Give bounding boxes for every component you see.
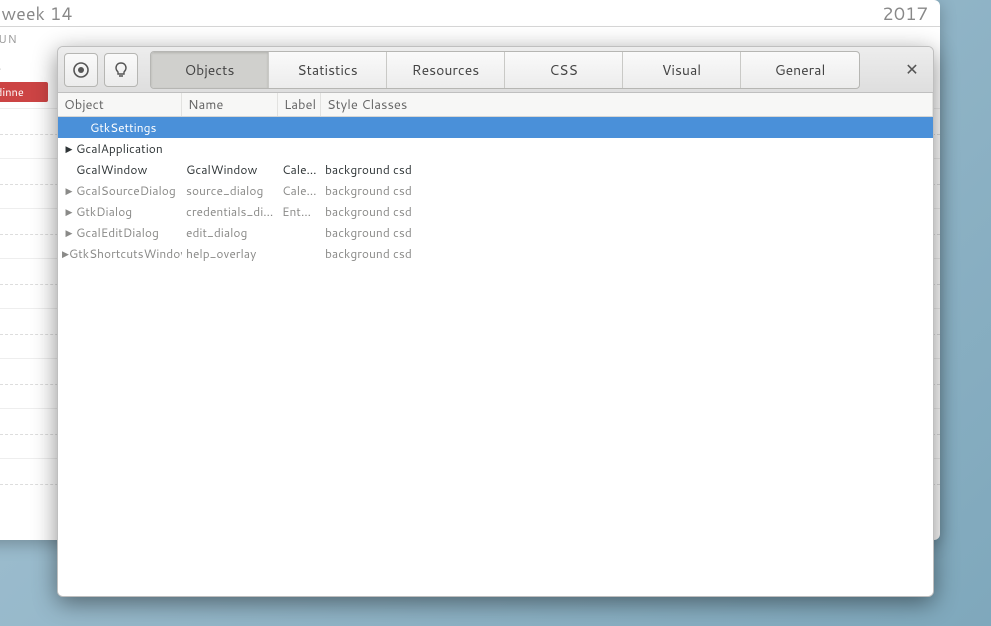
close-icon: ✕ <box>905 58 918 81</box>
tab-statistics[interactable]: Statistics <box>269 52 387 88</box>
tree-cell-object-text: GcalApplication <box>76 140 163 157</box>
inspector-tabbar: Objects Statistics Resources CSS Visual … <box>150 51 860 89</box>
tree-row[interactable]: ▶GtkDialogcredentials_dialogEnter …backg… <box>58 201 933 222</box>
tree-cell-label: Calen… <box>278 182 321 199</box>
close-button[interactable]: ✕ <box>897 53 927 87</box>
tree-cell-object-text: GcalWindow <box>76 161 147 178</box>
calendar-day-short: SUN <box>0 27 940 47</box>
tree-row[interactable]: ▶GcalEditDialogedit_dialogbackground csd <box>58 222 933 243</box>
calendar-event[interactable]: dinne <box>0 82 48 102</box>
inspector-header: Objects Statistics Resources CSS Visual … <box>58 47 933 93</box>
tree-cell-object-text: GcalSourceDialog <box>76 182 176 199</box>
tab-general[interactable]: General <box>741 52 859 88</box>
expand-arrow-icon[interactable]: ▶ <box>62 184 76 197</box>
expand-arrow-icon[interactable]: ▶ <box>62 205 76 218</box>
tree-row[interactable]: ▶GcalApplication <box>58 138 933 159</box>
tree-cell-label: Enter … <box>278 203 321 220</box>
column-header-label[interactable]: Label <box>278 93 321 116</box>
tree-cell-label: Calen… <box>278 161 321 178</box>
target-picker-button[interactable] <box>64 53 98 87</box>
tab-visual[interactable]: Visual <box>623 52 741 88</box>
tree-cell-name: edit_dialog <box>182 224 278 241</box>
column-header-object[interactable]: Object <box>58 93 182 116</box>
tree-cell-object-text: GcalEditDialog <box>76 224 159 241</box>
tree-cell-object-text: GtkSettings <box>90 119 156 136</box>
tree-cell-style: background csd <box>321 245 933 262</box>
tree-cell-object: ▶GcalSourceDialog <box>58 182 182 199</box>
tree-cell-object: ▶GtkShortcutsWindow <box>58 245 182 262</box>
lightbulb-icon <box>112 61 130 79</box>
tree-row[interactable]: ▶GtkShortcutsWindowhelp_overlay backgroun… <box>58 243 933 264</box>
tree-cell-object: ▶GcalWindow <box>58 161 182 178</box>
expand-arrow-icon[interactable]: ▶ <box>62 226 76 239</box>
tree-cell-style: background csd <box>321 203 933 220</box>
tree-cell-name: help_overlay <box>182 245 278 262</box>
inspector-window: Objects Statistics Resources CSS Visual … <box>57 46 934 597</box>
tab-objects[interactable]: Objects <box>151 52 269 88</box>
calendar-week-label: week 14 <box>1 0 882 26</box>
object-tree[interactable]: ▶GtkSettings▶GcalApplication▶GcalWindowG… <box>58 117 933 596</box>
calendar-year: 2017 <box>882 0 928 26</box>
tree-cell-object: ▶GtkDialog <box>58 203 182 220</box>
tree-cell-style: background csd <box>321 182 933 199</box>
tree-cell-style: background csd <box>321 224 933 241</box>
tree-cell-style: background csd <box>321 161 933 178</box>
tree-cell-name: credentials_dialog <box>182 203 278 220</box>
tree-cell-object: ▶GcalEditDialog <box>58 224 182 241</box>
expand-arrow-icon[interactable]: ▶ <box>62 247 69 260</box>
column-header-name[interactable]: Name <box>182 93 278 116</box>
target-icon <box>72 61 90 79</box>
tab-resources[interactable]: Resources <box>387 52 505 88</box>
tree-cell-name: source_dialog <box>182 182 278 199</box>
tree-row[interactable]: ▶GcalWindowGcalWindowCalen…background cs… <box>58 159 933 180</box>
tree-column-headers: Object Name Label Style Classes <box>58 93 933 117</box>
tree-cell-object: ▶GtkSettings <box>58 119 182 136</box>
tree-cell-name: GcalWindow <box>182 161 278 178</box>
expand-arrow-icon[interactable]: ▶ <box>62 142 76 155</box>
flash-button[interactable] <box>104 53 138 87</box>
tree-cell-object-text: GtkDialog <box>76 203 132 220</box>
tree-cell-object: ▶GcalApplication <box>58 140 182 157</box>
tree-row[interactable]: ▶GtkSettings <box>58 117 933 138</box>
tree-row[interactable]: ▶GcalSourceDialogsource_dialogCalen…back… <box>58 180 933 201</box>
column-header-style[interactable]: Style Classes <box>321 93 933 116</box>
tab-css[interactable]: CSS <box>505 52 623 88</box>
calendar-header: ril week 14 2017 <box>0 0 940 26</box>
tree-cell-object-text: GtkShortcutsWindow <box>69 245 182 262</box>
